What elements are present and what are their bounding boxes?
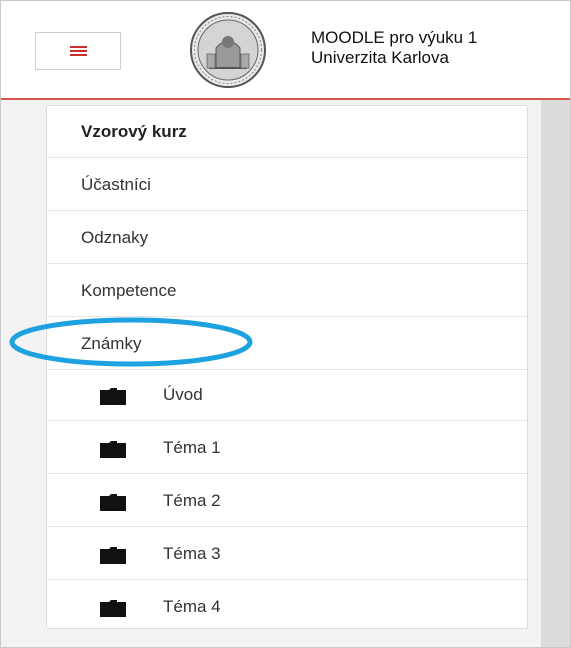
folder-icon xyxy=(100,494,126,511)
folder-icon xyxy=(100,441,126,458)
nav-section-topic-3[interactable]: Téma 3 xyxy=(47,528,527,580)
moodle-window: MOODLE pro výuku 1 Univerzita Karlova Vz… xyxy=(0,0,571,648)
nav-section-label: Téma 2 xyxy=(163,491,221,510)
folder-icon xyxy=(100,388,126,405)
folder-icon xyxy=(100,547,126,564)
nav-section-label: Téma 1 xyxy=(163,438,221,457)
nav-item-label: Účastníci xyxy=(81,175,151,194)
nav-section-topic-1[interactable]: Téma 1 xyxy=(47,422,527,474)
hamburger-icon xyxy=(70,46,87,57)
nav-section-intro[interactable]: Úvod xyxy=(47,369,527,421)
nav-section-label: Téma 3 xyxy=(163,544,221,563)
site-name-line2: Univerzita Karlova xyxy=(311,48,449,67)
site-name[interactable]: MOODLE pro výuku 1 Univerzita Karlova xyxy=(311,28,477,68)
nav-item-label: Kompetence xyxy=(81,281,177,300)
university-seal-icon[interactable] xyxy=(161,10,295,90)
nav-item-label: Odznaky xyxy=(81,228,149,247)
nav-item-label: Známky xyxy=(81,334,142,353)
nav-course-title[interactable]: Vzorový kurz xyxy=(47,106,527,158)
page-header: MOODLE pro výuku 1 Univerzita Karlova xyxy=(1,1,570,100)
course-navigation: Vzorový kurz Účastníci Odznaky Kompetenc… xyxy=(46,105,528,629)
nav-item-participants[interactable]: Účastníci xyxy=(47,159,527,211)
nav-item-competencies[interactable]: Kompetence xyxy=(47,265,527,317)
folder-icon xyxy=(100,600,126,617)
content-area-edge xyxy=(541,100,570,647)
nav-section-topic-2[interactable]: Téma 2 xyxy=(47,475,527,527)
nav-course-title-label: Vzorový kurz xyxy=(81,122,187,141)
menu-toggle-button[interactable] xyxy=(35,32,121,70)
site-name-line1: MOODLE pro výuku 1 xyxy=(311,28,478,47)
nav-item-badges[interactable]: Odznaky xyxy=(47,212,527,264)
nav-item-grades[interactable]: Známky xyxy=(47,318,527,370)
nav-section-label: Úvod xyxy=(163,385,203,404)
nav-section-topic-4[interactable]: Téma 4 xyxy=(47,581,527,633)
nav-section-label: Téma 4 xyxy=(163,597,221,616)
